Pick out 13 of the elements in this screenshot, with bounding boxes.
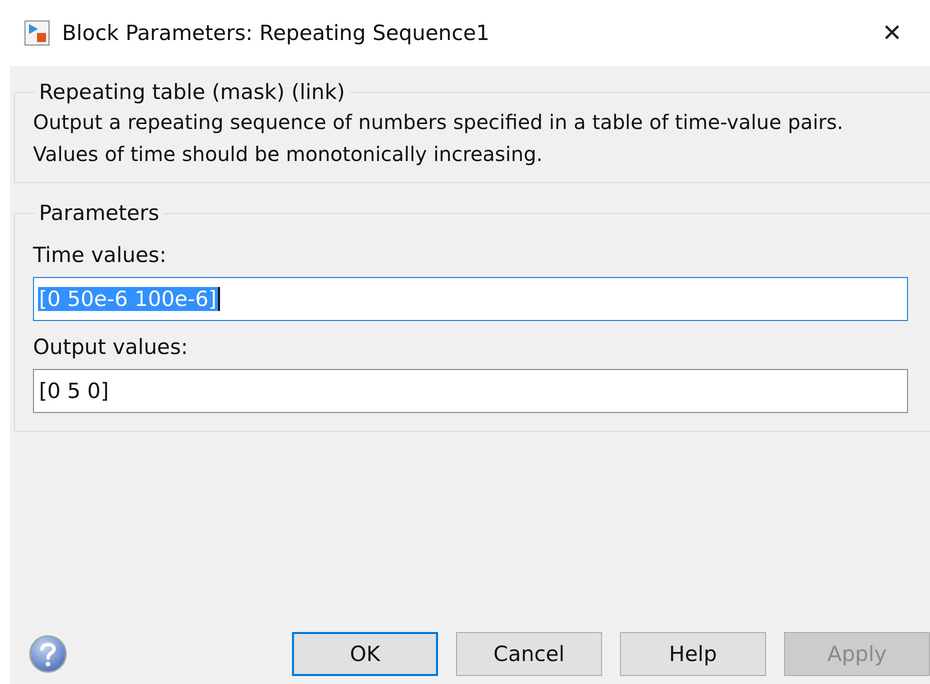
field-label: Time values: [33, 243, 168, 267]
dialog-button[interactable]: Cancel [456, 632, 602, 676]
dialog-button[interactable]: OK [292, 632, 438, 676]
group-legend: Parameters [35, 201, 164, 225]
help-icon[interactable] [28, 634, 68, 674]
input-field[interactable]: [0 5 0] [33, 369, 908, 413]
dialog-button[interactable]: Help [620, 632, 766, 676]
group-legend: Repeating table (mask) (link) [35, 80, 349, 104]
window-title: Block Parameters: Repeating Sequence1 [62, 21, 490, 45]
close-button[interactable]: ✕ [862, 8, 922, 58]
description-text: Output a repeating sequence of numbers specified in a table of time-value pairs. Values of time should be monotonically increasing. [33, 109, 844, 168]
block-icon [24, 20, 50, 46]
field-label: Output values: [33, 335, 189, 359]
